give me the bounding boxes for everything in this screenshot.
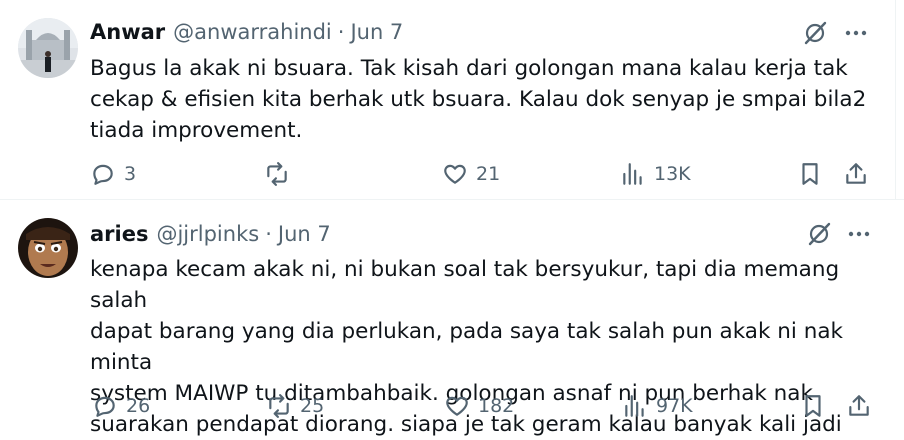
bookmark-icon — [805, 395, 821, 417]
bookmark-button[interactable] — [797, 161, 823, 187]
reply-button[interactable]: 3 — [90, 161, 136, 187]
more-icon[interactable] — [843, 20, 869, 46]
separator: · — [265, 222, 272, 246]
share-button[interactable] — [846, 393, 872, 419]
like-count: 21 — [476, 163, 501, 185]
repost-icon — [267, 162, 287, 186]
tweet-text-line: kenapa kecam akak ni, ni bukan soal tak … — [90, 257, 840, 313]
like-icon — [446, 396, 468, 416]
repost-count: 25 — [300, 395, 325, 417]
thread-edge — [895, 0, 896, 200]
view-count: 13K — [654, 163, 691, 185]
tweet-header: Anwar @anwarrahindi · Jun 7 — [90, 20, 403, 44]
repost-button[interactable]: 25 — [266, 393, 324, 419]
like-icon — [444, 164, 466, 184]
bookmark-button[interactable] — [800, 393, 826, 419]
tweet-1[interactable]: Anwar @anwarrahindi · Jun 7 Bagus la aka… — [0, 0, 904, 200]
more-icon[interactable] — [846, 221, 872, 247]
tweet-text: Bagus la akak ni bsuara. Tak kisah dari … — [90, 53, 870, 146]
repost-button[interactable] — [264, 161, 298, 187]
avatar[interactable] — [18, 218, 78, 278]
tweet-date[interactable]: Jun 7 — [278, 222, 331, 246]
reply-icon — [93, 164, 113, 185]
view-count: 97K — [656, 395, 693, 417]
reply-icon — [95, 396, 115, 417]
like-button[interactable]: 182 — [444, 393, 514, 419]
views-button[interactable]: 97K — [622, 393, 693, 419]
grok-icon[interactable] — [806, 221, 832, 247]
grok-icon[interactable] — [802, 20, 828, 46]
bookmark-icon — [802, 163, 818, 185]
views-icon — [625, 395, 644, 417]
author-handle[interactable]: @anwarrahindi — [173, 20, 332, 44]
tweet-text-line: tiada improvement. — [90, 118, 303, 143]
share-icon — [846, 163, 866, 184]
author-name[interactable]: aries — [90, 222, 148, 246]
views-button[interactable]: 13K — [620, 161, 691, 187]
reply-count: 3 — [124, 163, 137, 185]
tweet-2[interactable]: aries @jjrlpinks · Jun 7 kenapa kecam ak… — [0, 200, 904, 437]
share-button[interactable] — [843, 161, 869, 187]
like-button[interactable]: 21 — [442, 161, 500, 187]
repost-icon — [269, 394, 289, 418]
share-icon — [849, 395, 869, 416]
tweet-header: aries @jjrlpinks · Jun 7 — [90, 222, 331, 246]
tweet-text-line: Bagus la akak ni bsuara. Tak kisah dari … — [90, 56, 848, 81]
views-icon — [623, 163, 642, 185]
avatar[interactable] — [18, 18, 78, 78]
reply-count: 26 — [126, 395, 151, 417]
author-handle[interactable]: @jjrlpinks — [156, 222, 259, 246]
like-count: 182 — [478, 395, 515, 417]
tweet-text-line: cekap & efisien kita berhak utk bsuara. … — [90, 87, 867, 112]
author-name[interactable]: Anwar — [90, 20, 165, 44]
reply-button[interactable]: 26 — [92, 393, 150, 419]
tweet-date[interactable]: Jun 7 — [350, 20, 403, 44]
separator: · — [337, 20, 345, 44]
tweet-text-line: dapat barang yang dia perlukan, pada say… — [90, 319, 843, 375]
